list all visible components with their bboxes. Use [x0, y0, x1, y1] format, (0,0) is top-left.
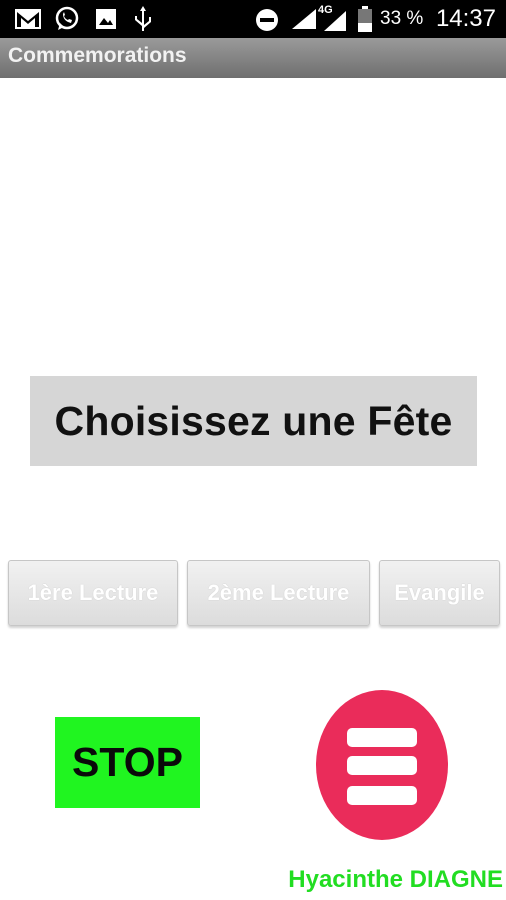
first-reading-button[interactable]: 1ère Lecture [8, 560, 178, 626]
battery-percent: 33 % [380, 8, 424, 29]
second-reading-button[interactable]: 2ème Lecture [187, 560, 370, 626]
menu-bar-line [347, 756, 417, 775]
choose-feast-label: Choisissez une Fête [54, 397, 453, 444]
stop-button[interactable]: STOP [55, 717, 200, 808]
signal-icon [324, 11, 346, 31]
usb-icon [135, 6, 151, 31]
stop-label: STOP [72, 739, 183, 785]
menu-bar-line [347, 786, 417, 805]
status-bar: 4G 33 % 14:37 [0, 0, 506, 38]
do-not-disturb-icon [256, 9, 278, 31]
app-screen: 4G 33 % 14:37 Commemorations Choisissez … [0, 0, 506, 900]
whatsapp-icon [55, 6, 79, 30]
menu-bar-line [347, 728, 417, 747]
app-title: Commemorations [8, 44, 187, 67]
gallery-icon [96, 9, 116, 29]
wifi-icon [292, 9, 316, 29]
author-label: Hyacinthe DIAGNE [288, 866, 503, 893]
gospel-button[interactable]: Evangile [379, 560, 500, 626]
gospel-label: Evangile [394, 580, 485, 605]
second-reading-label: 2ème Lecture [207, 580, 350, 605]
menu-button[interactable] [316, 690, 448, 840]
battery-icon [358, 6, 372, 32]
choose-feast-box[interactable]: Choisissez une Fête [30, 376, 477, 466]
first-reading-label: 1ère Lecture [27, 580, 159, 605]
gmail-icon [15, 9, 41, 29]
clock: 14:37 [435, 5, 496, 32]
title-bar: Commemorations [0, 38, 506, 78]
